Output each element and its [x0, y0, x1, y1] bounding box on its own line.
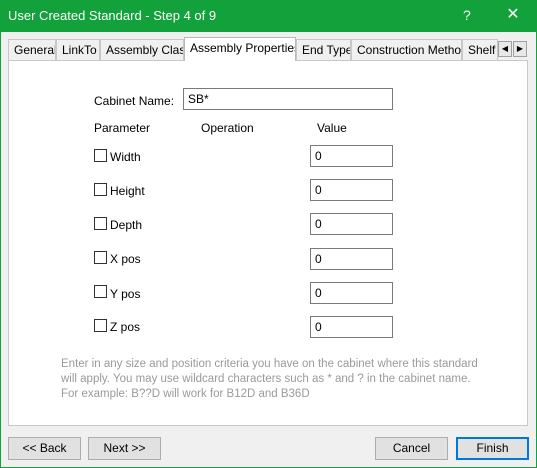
- x-pos-value-input[interactable]: 0: [310, 248, 393, 270]
- tab-assembly-class[interactable]: Assembly Class: [100, 39, 184, 60]
- title-bar: User Created Standard - Step 4 of 9 ? ✕: [0, 0, 537, 32]
- z-pos-checkbox[interactable]: [94, 319, 107, 332]
- tab-general[interactable]: General: [8, 39, 56, 60]
- back-button[interactable]: << Back: [8, 437, 81, 460]
- tab-assembly-properties[interactable]: Assembly Properties: [184, 37, 296, 61]
- tab-linkto[interactable]: LinkTo: [56, 39, 100, 60]
- z-pos-label: Z pos: [110, 320, 141, 334]
- width-checkbox[interactable]: [94, 149, 107, 162]
- chevron-left-icon: ◀: [501, 44, 509, 53]
- chevron-right-icon: ▶: [516, 44, 524, 53]
- value-header: Value: [317, 121, 347, 135]
- next-button[interactable]: Next >>: [88, 437, 161, 460]
- tab-scroll-left-button[interactable]: ◀: [498, 41, 512, 57]
- height-value-input[interactable]: 0: [310, 179, 393, 201]
- tab-scroll-right-button[interactable]: ▶: [513, 41, 527, 57]
- height-checkbox[interactable]: [94, 183, 107, 196]
- x-pos-label: X pos: [110, 252, 141, 266]
- close-button[interactable]: ✕: [500, 4, 526, 26]
- y-pos-checkbox[interactable]: [94, 285, 107, 298]
- x-pos-checkbox[interactable]: [94, 251, 107, 264]
- depth-checkbox[interactable]: [94, 217, 107, 230]
- height-label: Height: [110, 184, 145, 198]
- tab-shelf[interactable]: Shelf: [462, 39, 498, 60]
- y-pos-value-input[interactable]: 0: [310, 282, 393, 304]
- tab-construction-method[interactable]: Construction Method: [351, 39, 462, 60]
- finish-button[interactable]: Finish: [456, 437, 529, 460]
- width-label: Width: [110, 150, 141, 164]
- tab-end-type[interactable]: End Type: [296, 39, 351, 60]
- cabinet-name-input[interactable]: SB*: [183, 88, 393, 110]
- depth-label: Depth: [110, 218, 143, 232]
- width-value-input[interactable]: 0: [310, 145, 393, 167]
- parameter-header: Parameter: [94, 121, 151, 135]
- y-pos-label: Y pos: [110, 287, 141, 301]
- window-title: User Created Standard - Step 4 of 9: [8, 8, 217, 23]
- cabinet-name-label: Cabinet Name:: [94, 94, 175, 108]
- help-button[interactable]: ?: [463, 7, 471, 23]
- operation-header: Operation: [201, 121, 254, 135]
- cancel-button[interactable]: Cancel: [375, 437, 448, 460]
- z-pos-value-input[interactable]: 0: [310, 316, 393, 338]
- depth-value-input[interactable]: 0: [310, 213, 393, 235]
- help-text: Enter in any size and position criteria …: [61, 358, 478, 400]
